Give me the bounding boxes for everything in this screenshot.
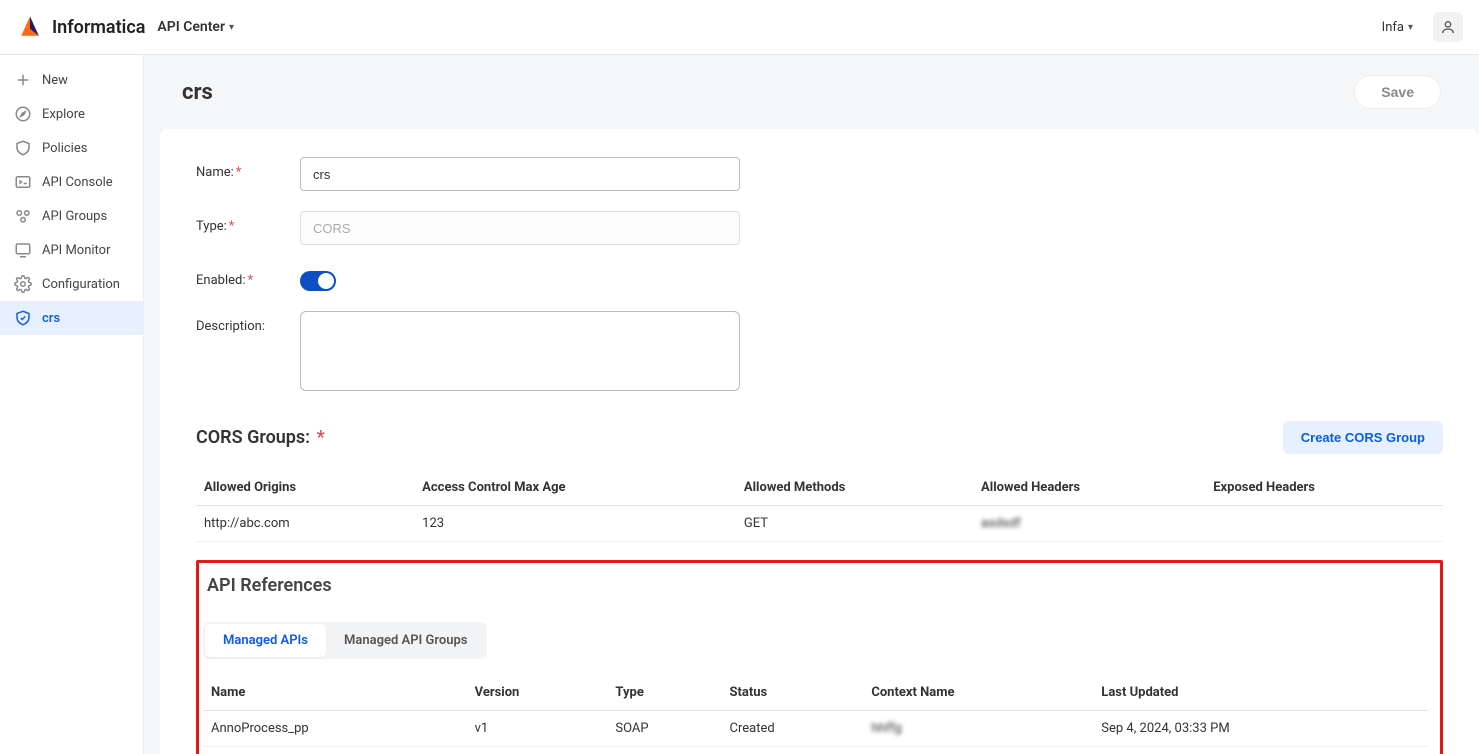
sidebar: New Explore Policies API Console API Gro… xyxy=(0,55,144,754)
description-label: Description: xyxy=(196,311,300,334)
cell-version: v1 xyxy=(467,711,608,747)
sidebar-item-policies[interactable]: Policies xyxy=(0,131,143,165)
sidebar-item-api-groups[interactable]: API Groups xyxy=(0,199,143,233)
gear-icon xyxy=(14,275,32,293)
shield-icon xyxy=(14,139,32,157)
chevron-down-icon[interactable]: ▾ xyxy=(229,22,234,33)
sidebar-item-label: Explore xyxy=(42,107,85,122)
cell-context-name: hhffg xyxy=(863,711,1093,747)
org-switcher[interactable]: Infa ▾ xyxy=(1382,20,1413,35)
col-allowed-headers: Allowed Headers xyxy=(973,470,1205,506)
sidebar-item-label: New xyxy=(42,73,68,88)
api-ref-tabs: Managed APIs Managed API Groups xyxy=(203,622,487,659)
cell-max-age: 123 xyxy=(414,506,736,542)
cell-allowed-origins: http://abc.com xyxy=(196,506,414,542)
col-context-name: Context Name xyxy=(863,675,1093,711)
sidebar-item-label: API Monitor xyxy=(42,243,111,258)
tab-managed-api-groups[interactable]: Managed API Groups xyxy=(326,624,486,657)
cell-allowed-methods: GET xyxy=(736,506,973,542)
col-allowed-origins: Allowed Origins xyxy=(196,470,414,506)
cell-exposed-headers xyxy=(1205,506,1443,542)
console-icon xyxy=(14,173,32,191)
shield-check-icon xyxy=(14,309,32,327)
cell-type: SOAP xyxy=(607,711,721,747)
group-icon xyxy=(14,207,32,225)
app-name[interactable]: API Center xyxy=(157,19,225,35)
sidebar-item-label: API Groups xyxy=(42,209,107,224)
col-allowed-methods: Allowed Methods xyxy=(736,470,973,506)
table-row[interactable]: http://abc.com 123 GET asdsdf xyxy=(196,506,1443,542)
sidebar-item-label: Policies xyxy=(42,141,87,156)
api-references-highlight: API References Managed APIs Managed API … xyxy=(196,560,1443,754)
api-references-table: Name Version Type Status Context Name La… xyxy=(203,675,1428,747)
enabled-label: Enabled:* xyxy=(196,265,300,288)
type-input xyxy=(300,211,740,245)
sidebar-item-label: Configuration xyxy=(42,277,120,292)
informatica-logo xyxy=(16,13,44,41)
sidebar-item-api-console[interactable]: API Console xyxy=(0,165,143,199)
plus-icon xyxy=(14,71,32,89)
sidebar-item-api-monitor[interactable]: API Monitor xyxy=(0,233,143,267)
create-cors-group-button[interactable]: Create CORS Group xyxy=(1283,421,1443,454)
description-textarea[interactable] xyxy=(300,311,740,391)
sidebar-item-crs[interactable]: crs xyxy=(0,301,143,335)
table-row[interactable]: AnnoProcess_pp v1 SOAP Created hhffg Sep… xyxy=(203,711,1428,747)
col-version: Version xyxy=(467,675,608,711)
cell-last-updated: Sep 4, 2024, 03:33 PM xyxy=(1093,711,1428,747)
col-status: Status xyxy=(721,675,863,711)
sidebar-item-explore[interactable]: Explore xyxy=(0,97,143,131)
cors-groups-table: Allowed Origins Access Control Max Age A… xyxy=(196,470,1443,542)
tab-managed-apis[interactable]: Managed APIs xyxy=(205,624,326,657)
sidebar-item-new[interactable]: New xyxy=(0,63,143,97)
save-button[interactable]: Save xyxy=(1354,75,1441,109)
col-exposed-headers: Exposed Headers xyxy=(1205,470,1443,506)
col-max-age: Access Control Max Age xyxy=(414,470,736,506)
enabled-toggle[interactable] xyxy=(300,271,336,291)
policy-card: Name:* Type:* Enabled:* xyxy=(160,129,1479,754)
monitor-icon xyxy=(14,241,32,259)
type-label: Type:* xyxy=(196,211,300,234)
cell-name: AnnoProcess_pp xyxy=(203,711,467,747)
table-header-row: Allowed Origins Access Control Max Age A… xyxy=(196,470,1443,506)
brand-name: Informatica xyxy=(52,17,145,38)
user-avatar[interactable] xyxy=(1433,12,1463,42)
compass-icon xyxy=(14,105,32,123)
col-name: Name xyxy=(203,675,467,711)
col-type: Type xyxy=(607,675,721,711)
name-input[interactable] xyxy=(300,157,740,191)
table-header-row: Name Version Type Status Context Name La… xyxy=(203,675,1428,711)
sidebar-item-configuration[interactable]: Configuration xyxy=(0,267,143,301)
app-header: Informatica API Center ▾ Infa ▾ xyxy=(0,0,1479,55)
cell-status: Created xyxy=(721,711,863,747)
cell-allowed-headers: asdsdf xyxy=(973,506,1205,542)
col-last-updated: Last Updated xyxy=(1093,675,1428,711)
sidebar-item-label: crs xyxy=(42,311,60,326)
sidebar-item-label: API Console xyxy=(42,175,113,190)
content-area: crs Save Name:* Type:* Enabled:* xyxy=(144,55,1479,754)
chevron-down-icon: ▾ xyxy=(1408,22,1413,33)
name-label: Name:* xyxy=(196,157,300,180)
org-name: Infa xyxy=(1382,20,1404,35)
cors-groups-title: CORS Groups: * xyxy=(196,427,1283,448)
api-references-title: API References xyxy=(203,569,1428,596)
page-title: crs xyxy=(182,80,1354,105)
